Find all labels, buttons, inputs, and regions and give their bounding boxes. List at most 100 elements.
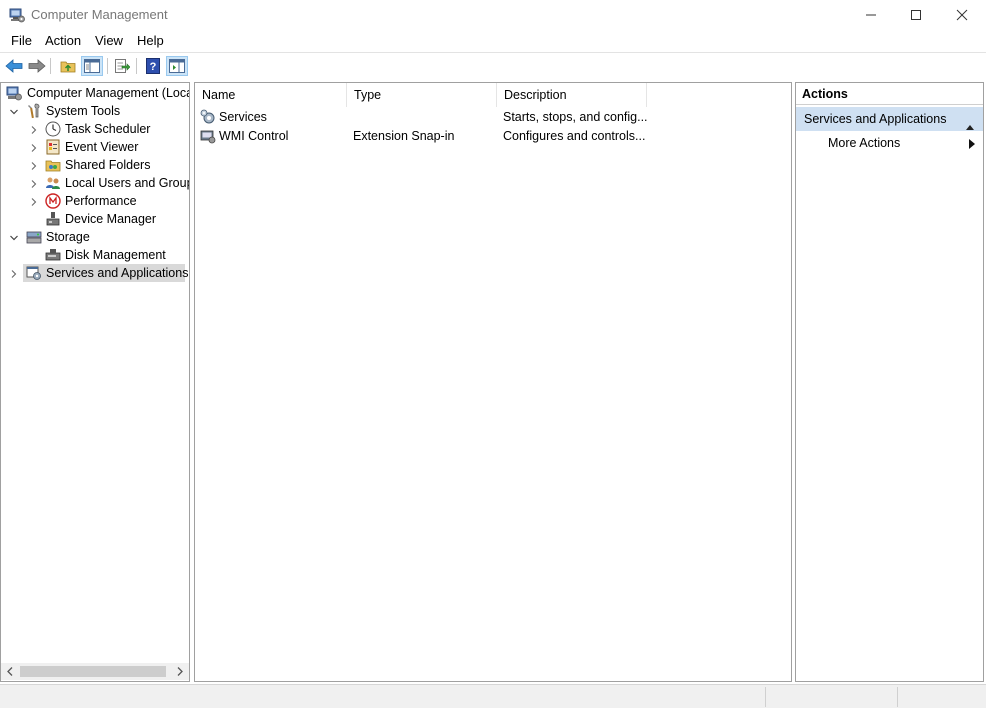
list-item-description: Starts, stops, and config... — [503, 110, 648, 124]
menu-bar: File Action View Help — [0, 30, 986, 52]
more-actions-item[interactable]: More Actions — [828, 133, 900, 153]
forward-arrow-icon — [28, 59, 46, 73]
show-hide-tree-icon — [84, 59, 100, 73]
results-list: Name Type Description Services Starts, s… — [194, 82, 792, 682]
up-one-level-button[interactable] — [58, 56, 78, 76]
submenu-arrow-icon — [969, 138, 975, 152]
tree-label: Local Users and Groups — [65, 176, 190, 190]
back-arrow-icon — [5, 59, 23, 73]
tree-item-storage[interactable]: Storage — [1, 228, 189, 246]
tree-item-computer-management[interactable]: Computer Management (Local — [1, 84, 189, 102]
maximize-button[interactable] — [893, 0, 939, 30]
svg-text:?: ? — [150, 61, 157, 73]
tree-label: Disk Management — [65, 248, 166, 262]
chevron-down-icon[interactable] — [9, 232, 19, 242]
forward-button[interactable] — [27, 56, 47, 76]
scrollbar-thumb[interactable] — [20, 666, 166, 677]
tree-label: Shared Folders — [65, 158, 151, 172]
show-hide-action-pane-icon — [169, 59, 185, 73]
help-icon: ? — [146, 58, 160, 74]
menu-file[interactable]: File — [11, 33, 32, 48]
wmi-control-icon — [200, 128, 216, 147]
tree-item-disk-management[interactable]: Disk Management — [1, 246, 189, 264]
tree-item-system-tools[interactable]: System Tools — [1, 102, 189, 120]
help-button[interactable]: ? — [143, 56, 163, 76]
chevron-right-icon[interactable] — [29, 124, 39, 134]
actions-section-services-and-applications[interactable]: Services and Applications — [796, 107, 983, 131]
chevron-right-icon[interactable] — [29, 160, 39, 170]
show-hide-action-pane-button[interactable] — [166, 56, 188, 76]
performance-icon — [45, 193, 61, 209]
chevron-right-icon[interactable] — [29, 196, 39, 206]
status-bar-divider — [765, 687, 766, 707]
clock-icon — [45, 121, 61, 137]
scroll-left-icon[interactable] — [5, 666, 15, 680]
collapse-up-icon[interactable] — [965, 115, 975, 139]
services-applications-icon — [26, 265, 42, 281]
tree-item-event-viewer[interactable]: Event Viewer — [1, 138, 189, 156]
disk-icon — [45, 247, 61, 263]
console-tree: Computer Management (Local System Tools … — [0, 82, 190, 682]
tree-label: System Tools — [46, 104, 121, 118]
tree-label: Device Manager — [65, 212, 157, 226]
menu-help[interactable]: Help — [137, 33, 164, 48]
list-item-wmi-control[interactable]: WMI Control Extension Snap-in Configures… — [195, 127, 645, 146]
chevron-down-icon[interactable] — [9, 106, 19, 116]
column-header-type[interactable]: Type — [347, 83, 497, 107]
list-item-description: Configures and controls... — [503, 129, 646, 143]
chevron-right-icon[interactable] — [29, 142, 39, 152]
column-header-name[interactable]: Name — [195, 83, 347, 107]
scroll-right-icon[interactable] — [175, 666, 185, 680]
users-icon — [45, 175, 61, 191]
status-bar-divider — [897, 687, 898, 707]
minimize-icon — [866, 14, 876, 16]
back-button[interactable] — [4, 56, 24, 76]
tree-item-device-manager[interactable]: Device Manager — [1, 210, 189, 228]
shared-folder-icon — [45, 157, 61, 173]
tree-item-local-users-and-groups[interactable]: Local Users and Groups — [1, 174, 189, 192]
actions-title: Actions — [796, 83, 983, 105]
window-title: Computer Management — [31, 7, 168, 22]
tree-item-services-and-applications[interactable]: Services and Applications — [1, 264, 189, 282]
list-item-name: Services — [219, 110, 267, 124]
toolbar-separator — [136, 58, 137, 74]
computer-management-icon — [9, 7, 25, 23]
tree-label: Task Scheduler — [65, 122, 151, 136]
close-icon — [956, 9, 968, 21]
tree-item-shared-folders[interactable]: Shared Folders — [1, 156, 189, 174]
menu-action[interactable]: Action — [45, 33, 81, 48]
column-header-description[interactable]: Description — [497, 83, 647, 107]
show-hide-console-tree-button[interactable] — [81, 56, 103, 76]
storage-icon — [26, 229, 42, 245]
toolbar-separator — [107, 58, 108, 74]
gears-icon — [200, 109, 216, 128]
toolbar-separator — [50, 58, 51, 74]
toolbar: ? — [0, 53, 986, 79]
close-button[interactable] — [939, 0, 985, 30]
title-bar: Computer Management — [0, 0, 986, 30]
minimize-button[interactable] — [848, 0, 894, 30]
tree-label: Storage — [46, 230, 90, 244]
tree-label: Services and Applications — [46, 266, 189, 280]
tree-horizontal-scrollbar[interactable] — [1, 663, 189, 680]
chevron-right-icon[interactable] — [9, 268, 19, 278]
list-item-services[interactable]: Services Starts, stops, and config... — [195, 108, 648, 128]
export-list-button[interactable] — [112, 56, 132, 76]
tree-item-task-scheduler[interactable]: Task Scheduler — [1, 120, 189, 138]
chevron-right-icon[interactable] — [29, 178, 39, 188]
list-item-name: WMI Control — [219, 129, 289, 143]
list-item-type: Extension Snap-in — [353, 129, 455, 143]
computer-management-icon — [6, 85, 22, 101]
tree-item-performance[interactable]: Performance — [1, 192, 189, 210]
tools-icon — [26, 103, 42, 119]
up-folder-icon — [60, 61, 76, 73]
actions-pane: Actions Services and Applications More A… — [795, 82, 984, 682]
device-manager-icon — [45, 211, 61, 227]
menu-view[interactable]: View — [95, 33, 123, 48]
tree-label: Computer Management (Local — [27, 86, 190, 100]
tree-label: Performance — [65, 194, 137, 208]
event-viewer-icon — [45, 139, 61, 155]
status-bar — [0, 684, 986, 708]
actions-section-label: Services and Applications — [804, 112, 947, 126]
export-list-icon — [115, 59, 130, 73]
